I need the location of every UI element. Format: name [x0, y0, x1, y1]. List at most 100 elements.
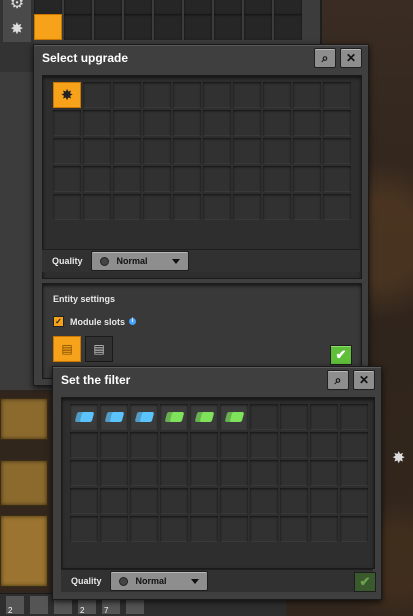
filter-slot[interactable]: [100, 488, 128, 514]
upgrade-slot[interactable]: [233, 82, 261, 108]
filter-slot[interactable]: [280, 432, 308, 458]
upgrade-slot[interactable]: [323, 194, 351, 220]
confirm-button[interactable]: ✔: [330, 345, 352, 365]
filter-slot[interactable]: [280, 516, 308, 542]
filter-slot-ammo-blue[interactable]: [130, 404, 158, 430]
filter-slot[interactable]: [100, 432, 128, 458]
upgrade-slot[interactable]: [143, 110, 171, 136]
upgrade-slot[interactable]: [173, 110, 201, 136]
upgrade-slot[interactable]: [113, 138, 141, 164]
upgrade-slot[interactable]: [113, 110, 141, 136]
filter-slot[interactable]: [340, 432, 368, 458]
filter-slot[interactable]: [70, 432, 98, 458]
quickbar-slot[interactable]: 2: [6, 596, 24, 615]
upgrade-slot[interactable]: [233, 194, 261, 220]
filter-slot[interactable]: [310, 432, 338, 458]
filter-slot[interactable]: [220, 432, 248, 458]
upgrade-slot[interactable]: [173, 82, 201, 108]
upgrade-slot[interactable]: [323, 138, 351, 164]
filter-slot[interactable]: [130, 516, 158, 542]
module-mode-selected-button[interactable]: ▤: [53, 336, 81, 362]
upgrade-slot[interactable]: [323, 82, 351, 108]
upgrade-slot[interactable]: [143, 194, 171, 220]
filter-slot[interactable]: [100, 460, 128, 486]
wrench-icon[interactable]: ⚙: [3, 0, 31, 16]
quality-dropdown[interactable]: Normal: [109, 571, 208, 591]
upgrade-slot[interactable]: [83, 82, 111, 108]
slot[interactable]: [64, 14, 92, 40]
filter-slot[interactable]: [310, 516, 338, 542]
filter-slot-ammo-green[interactable]: [190, 404, 218, 430]
upgrade-slot[interactable]: [113, 166, 141, 192]
filter-slot[interactable]: [220, 516, 248, 542]
filter-slot[interactable]: [310, 460, 338, 486]
slot[interactable]: [274, 0, 302, 14]
filter-slot[interactable]: [160, 488, 188, 514]
filter-slot[interactable]: [340, 488, 368, 514]
filter-slot[interactable]: [280, 404, 308, 430]
filter-slot[interactable]: [190, 488, 218, 514]
upgrade-slot[interactable]: [173, 166, 201, 192]
filter-slot[interactable]: [250, 404, 278, 430]
slot[interactable]: [184, 14, 212, 40]
upgrade-slot[interactable]: [203, 82, 231, 108]
slot[interactable]: [244, 0, 272, 14]
upgrade-slot[interactable]: [203, 138, 231, 164]
selected-slot[interactable]: [34, 14, 62, 40]
slot[interactable]: [34, 0, 62, 14]
filter-slot[interactable]: [340, 460, 368, 486]
upgrade-slot[interactable]: [113, 82, 141, 108]
filter-slot[interactable]: [190, 432, 218, 458]
slot[interactable]: [214, 0, 242, 14]
filter-slot[interactable]: [190, 516, 218, 542]
filter-slot[interactable]: [250, 460, 278, 486]
filter-slot[interactable]: [250, 488, 278, 514]
selected-upgrade-slot[interactable]: ✸: [53, 82, 81, 108]
upgrade-slot[interactable]: [203, 110, 231, 136]
filter-slot[interactable]: [160, 516, 188, 542]
module-mode-button[interactable]: ▤: [85, 336, 113, 362]
filter-slot[interactable]: [310, 488, 338, 514]
upgrade-slot[interactable]: [53, 194, 81, 220]
filter-slot[interactable]: [130, 460, 158, 486]
filter-slot[interactable]: [340, 516, 368, 542]
upgrade-slot[interactable]: [113, 194, 141, 220]
upgrade-slot[interactable]: [233, 138, 261, 164]
close-button[interactable]: ✕: [353, 370, 375, 390]
filter-slot[interactable]: [160, 432, 188, 458]
filter-slot[interactable]: [130, 488, 158, 514]
search-button[interactable]: ⌕: [314, 48, 336, 68]
upgrade-slot[interactable]: [323, 166, 351, 192]
slot[interactable]: [94, 14, 122, 40]
upgrade-slot[interactable]: [263, 138, 291, 164]
slot[interactable]: [244, 14, 272, 40]
upgrade-slot[interactable]: [263, 82, 291, 108]
filter-slot[interactable]: [160, 460, 188, 486]
filter-slot[interactable]: [190, 460, 218, 486]
search-button[interactable]: ⌕: [327, 370, 349, 390]
module-slots-checkbox[interactable]: ✓: [53, 316, 64, 327]
filter-slot-ammo-blue[interactable]: [100, 404, 128, 430]
upgrade-slot[interactable]: [323, 110, 351, 136]
upgrade-slot[interactable]: [203, 166, 231, 192]
slot[interactable]: [154, 14, 182, 40]
filter-slot[interactable]: [280, 460, 308, 486]
filter-slot[interactable]: [130, 432, 158, 458]
turret-icon[interactable]: ✸: [3, 16, 31, 42]
upgrade-slot[interactable]: [263, 166, 291, 192]
filter-slot-ammo-blue[interactable]: [70, 404, 98, 430]
upgrade-slot[interactable]: [83, 110, 111, 136]
filter-slot[interactable]: [310, 404, 338, 430]
upgrade-slot[interactable]: [293, 138, 321, 164]
upgrade-slot[interactable]: [53, 110, 81, 136]
slot[interactable]: [274, 14, 302, 40]
upgrade-slot[interactable]: [233, 166, 261, 192]
filter-slot[interactable]: [220, 460, 248, 486]
upgrade-slot[interactable]: [53, 166, 81, 192]
filter-slot[interactable]: [340, 404, 368, 430]
upgrade-slot[interactable]: [83, 194, 111, 220]
upgrade-slot[interactable]: [203, 194, 231, 220]
upgrade-slot[interactable]: [173, 138, 201, 164]
filter-slot[interactable]: [70, 460, 98, 486]
filter-slot[interactable]: [280, 488, 308, 514]
